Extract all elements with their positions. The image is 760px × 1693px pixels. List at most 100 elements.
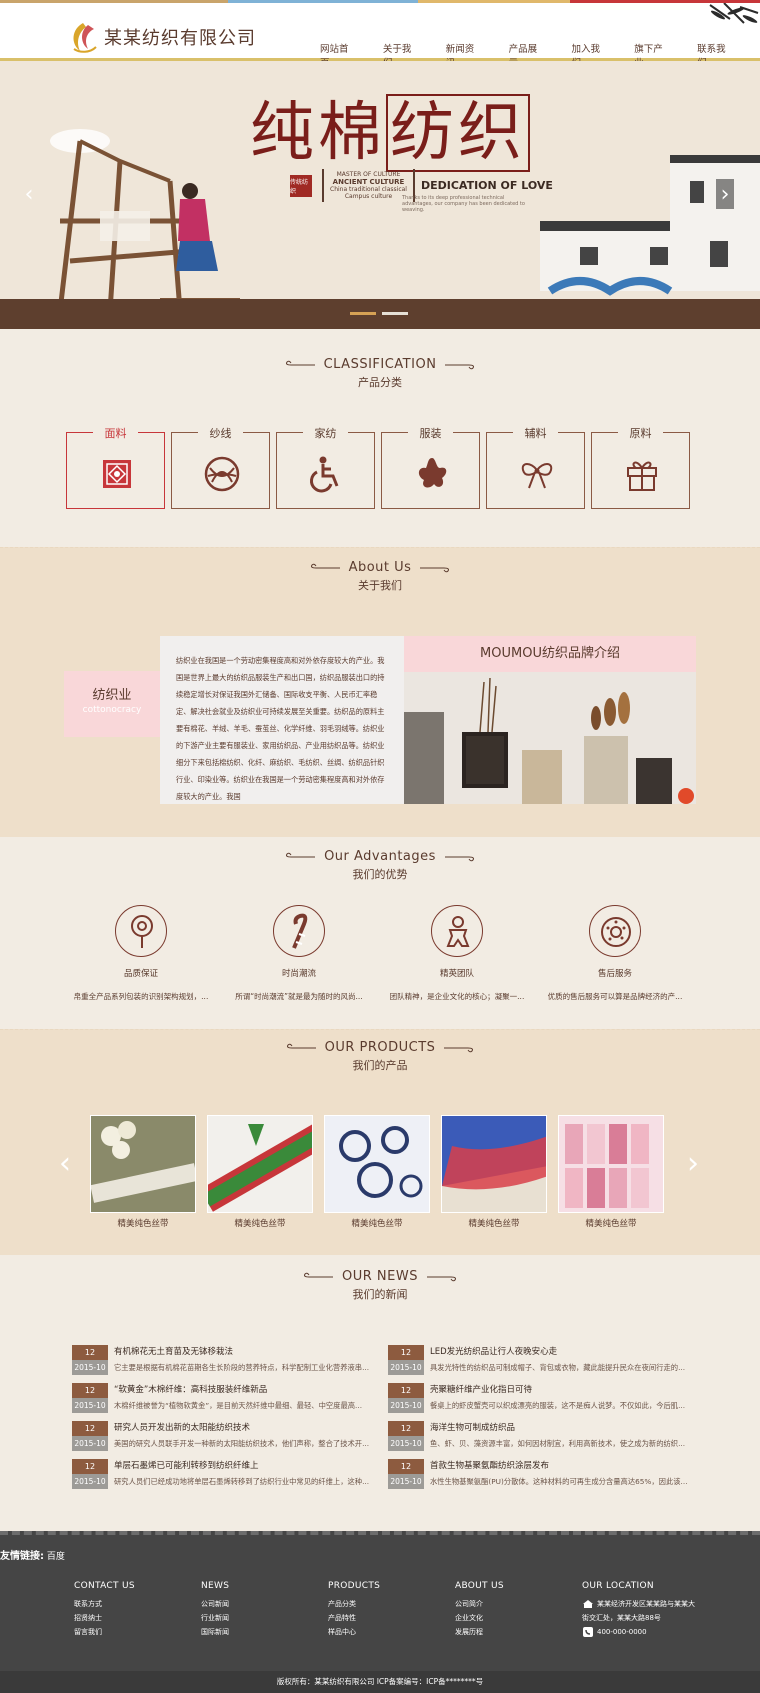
footer-link[interactable]: 公司新闻 [201,1597,328,1611]
product-image-pink-ribbons[interactable] [558,1115,664,1213]
footer-link[interactable]: 留言我们 [74,1625,201,1639]
advantage-desc: 团队精神，是企业文化的核心；凝聚一... [389,992,525,1001]
friend-links-label: 友情链接: [0,1551,44,1562]
category-raw-materials[interactable]: 原料 [591,427,690,509]
candy-cane-icon [273,905,325,957]
address-line1: 某某经济开发区某某路与某某大 [597,1600,695,1608]
banner-small-text: Thanks to its deep professional technica… [402,195,525,213]
advantage-service[interactable]: 售后服务 优质的售后服务可以算是品牌经济的产... [536,905,694,1002]
product-image-organza-ribbon[interactable] [441,1115,547,1213]
news-title: OUR NEWS 我们的新闻 [0,1255,760,1302]
news-item[interactable]: 12 2015-10 海洋生物可制成纺织品 鱼、虾、贝、藻资源丰富，如何因材制宜，利… [388,1421,688,1451]
news-item[interactable]: 12 2015-10 有机棉花无土育苗及无钵移栽法 它主要是根据有机棉花苗期各生长阶… [72,1345,372,1375]
brand-intro-image[interactable] [404,672,696,804]
news-summary: 木棉纤维被誉为“植物软黄金”，是目前天然纤维中最细、最轻、中空度最高... [114,1401,363,1410]
banner-dot-1[interactable] [350,312,376,315]
swirl-right-icon [420,567,450,572]
product-card[interactable]: 精美纯色丝带 [90,1115,196,1229]
category-accessories[interactable]: 辅料 [486,427,585,509]
news-title[interactable]: 单层石墨烯已可能利转移到纺织纤维上 [114,1459,372,1474]
advantage-quality[interactable]: 品质保证 帛重全产品系列包装的识别架构规划，... [62,905,220,1002]
news-title[interactable]: 海洋生物可制成纺织品 [430,1421,688,1436]
news-item[interactable]: 12 2015-10 壳聚糖纤维产业化指日可待 餐桌上的虾皮蟹壳可以织成漂亮的服装，… [388,1383,688,1413]
address-line2: 街交汇处，某某大路88号 [582,1614,661,1622]
phone-number: 400-000-0000 [597,1628,647,1636]
phone-icon [583,1627,593,1637]
home-icon [583,1600,593,1608]
news-section: OUR NEWS 我们的新闻 12 2015-10 有机棉花无土育苗及无钵移栽法它… [0,1255,760,1531]
donut-icon [589,905,641,957]
banner-dot-2[interactable] [382,312,408,315]
product-card[interactable]: 精美纯色丝带 [324,1115,430,1229]
news-summary: 具发光特性的纺织品可制成帽子、背包或衣物，藏此能提升民众在夜间行走的... [430,1363,686,1372]
banner-next-arrow[interactable]: › [716,179,734,209]
gift-box-icon [627,461,657,491]
footer-link[interactable]: 样品中心 [328,1625,455,1639]
news-summary: 研究人员们已经成功地将单层石墨烯转移到了纺织行业中常见的纤维上，这种... [114,1477,370,1486]
product-image-lace-flowers[interactable] [90,1115,196,1213]
friend-link-baidu[interactable]: 百度 [47,1552,65,1562]
banner-title-part1: 纯棉 [250,96,386,170]
advantage-title: 品质保证 [123,969,158,979]
news-year-month: 2015-10 [72,1436,108,1451]
news-title[interactable]: LED发光纺织品让行人夜晚安心走 [430,1345,688,1360]
news-cn: 我们的新闻 [352,1288,408,1301]
news-item[interactable]: 12 2015-10 研究人员开发出新的太阳能纺织技术 美国的研究人员联手开发一种新… [72,1421,372,1451]
news-item[interactable]: 12 2015-10 单层石墨烯已可能利转移到纺织纤维上 研究人员们已经成功地将单层… [72,1459,372,1489]
advantage-desc: 所谓“时尚潮流”就是最为随时的风尚... [235,992,363,1001]
classification-title: CLASSIFICATION 产品分类 [0,329,760,390]
footer-link[interactable]: 联系方式 [74,1597,201,1611]
news-day: 12 [388,1421,424,1436]
about-en: About Us [348,560,412,575]
footer-link[interactable]: 招贤纳士 [74,1611,201,1625]
products-next-arrow[interactable]: › [684,1146,702,1181]
footer-col-title: OUR LOCATION [582,1581,654,1591]
news-item[interactable]: 12 2015-10 首款生物基聚氨酯纺织涂层发布 水性生物基聚氨酯(PU)分散体。… [388,1459,688,1489]
news-day: 12 [388,1383,424,1398]
products-prev-arrow[interactable]: ‹ [56,1146,74,1181]
category-fabric[interactable]: 面料 [66,427,165,509]
footer-link[interactable]: 企业文化 [455,1611,582,1625]
bamboo-decoration-icon [709,3,759,24]
news-date: 12 2015-10 [388,1345,424,1375]
category-label: 面料 [104,427,127,440]
news-summary: 它主要是根据有机棉花苗期各生长阶段的营养特点，科学配制工业化营养液串... [114,1363,370,1372]
advantage-team[interactable]: 精英团队 团队精神，是企业文化的核心；凝聚一... [378,905,536,1002]
footer-about: ABOUT US 公司简介 企业文化 发展历程 [455,1581,582,1639]
star-blob-icon [418,458,447,488]
news-item[interactable]: 12 2015-10 LED发光纺织品让行人夜晚安心走具发光特性的纺织品可制成帽子… [388,1345,688,1375]
news-item[interactable]: 12 2015-10 “软黄金”木棉纤维：高科技服装纤维新品 木棉纤维被誉为“植物软… [72,1383,372,1413]
logo[interactable]: 某某纺织有限公司 [66,19,256,55]
news-title[interactable]: 研究人员开发出新的太阳能纺织技术 [114,1421,372,1436]
footer-link[interactable]: 国际新闻 [201,1625,328,1639]
yarn-ball-icon [204,456,240,492]
news-date: 12 2015-10 [388,1459,424,1489]
footer-link[interactable]: 公司简介 [455,1597,582,1611]
category-yarn[interactable]: 纱线 [171,427,270,509]
products-title: OUR PRODUCTS 我们的产品 [0,1030,760,1073]
footer: 友情链接: 百度 CONTACT US 联系方式 招贤纳士 留言我们 NEWS … [0,1531,760,1671]
news-title[interactable]: 首款生物基聚氨酯纺织涂层发布 [430,1459,688,1474]
news-title[interactable]: 有机棉花无土育苗及无钵移栽法 [114,1345,372,1360]
brand-intro-title[interactable]: MOUMOU纺织品牌介绍 [404,636,696,672]
product-card[interactable]: 精美纯色丝带 [558,1115,664,1229]
footer-link[interactable]: 发展历程 [455,1625,582,1639]
category-clothing[interactable]: 服装 [381,427,480,509]
footer-link[interactable]: 产品特性 [328,1611,455,1625]
product-image-navy-lace[interactable] [324,1115,430,1213]
banner-prev-arrow[interactable]: ‹ [20,179,38,209]
product-image-christmas-ribbon[interactable] [207,1115,313,1213]
news-title[interactable]: “软黄金”木棉纤维：高科技服装纤维新品 [114,1383,372,1398]
footer-link[interactable]: 产品分类 [328,1597,455,1611]
category-home-textile[interactable]: 家纺 [276,427,375,509]
news-title[interactable]: 壳聚糖纤维产业化指日可待 [430,1383,688,1398]
product-card[interactable]: 精美纯色丝带 [207,1115,313,1229]
houses-illustration [540,155,760,296]
advantage-fashion[interactable]: 时尚潮流 所谓“时尚潮流”就是最为随时的风尚... [220,905,378,1002]
lollipop-icon [115,905,167,957]
news-summary: 鱼、虾、贝、藻资源丰富，如何因材制宜，利用高新技术，使之成为新的纺织... [430,1439,686,1448]
about-cn: 关于我们 [358,579,402,592]
mid-line3: China traditional classical [330,186,407,193]
footer-link[interactable]: 行业新闻 [201,1611,328,1625]
product-card[interactable]: 精美纯色丝带 [441,1115,547,1229]
